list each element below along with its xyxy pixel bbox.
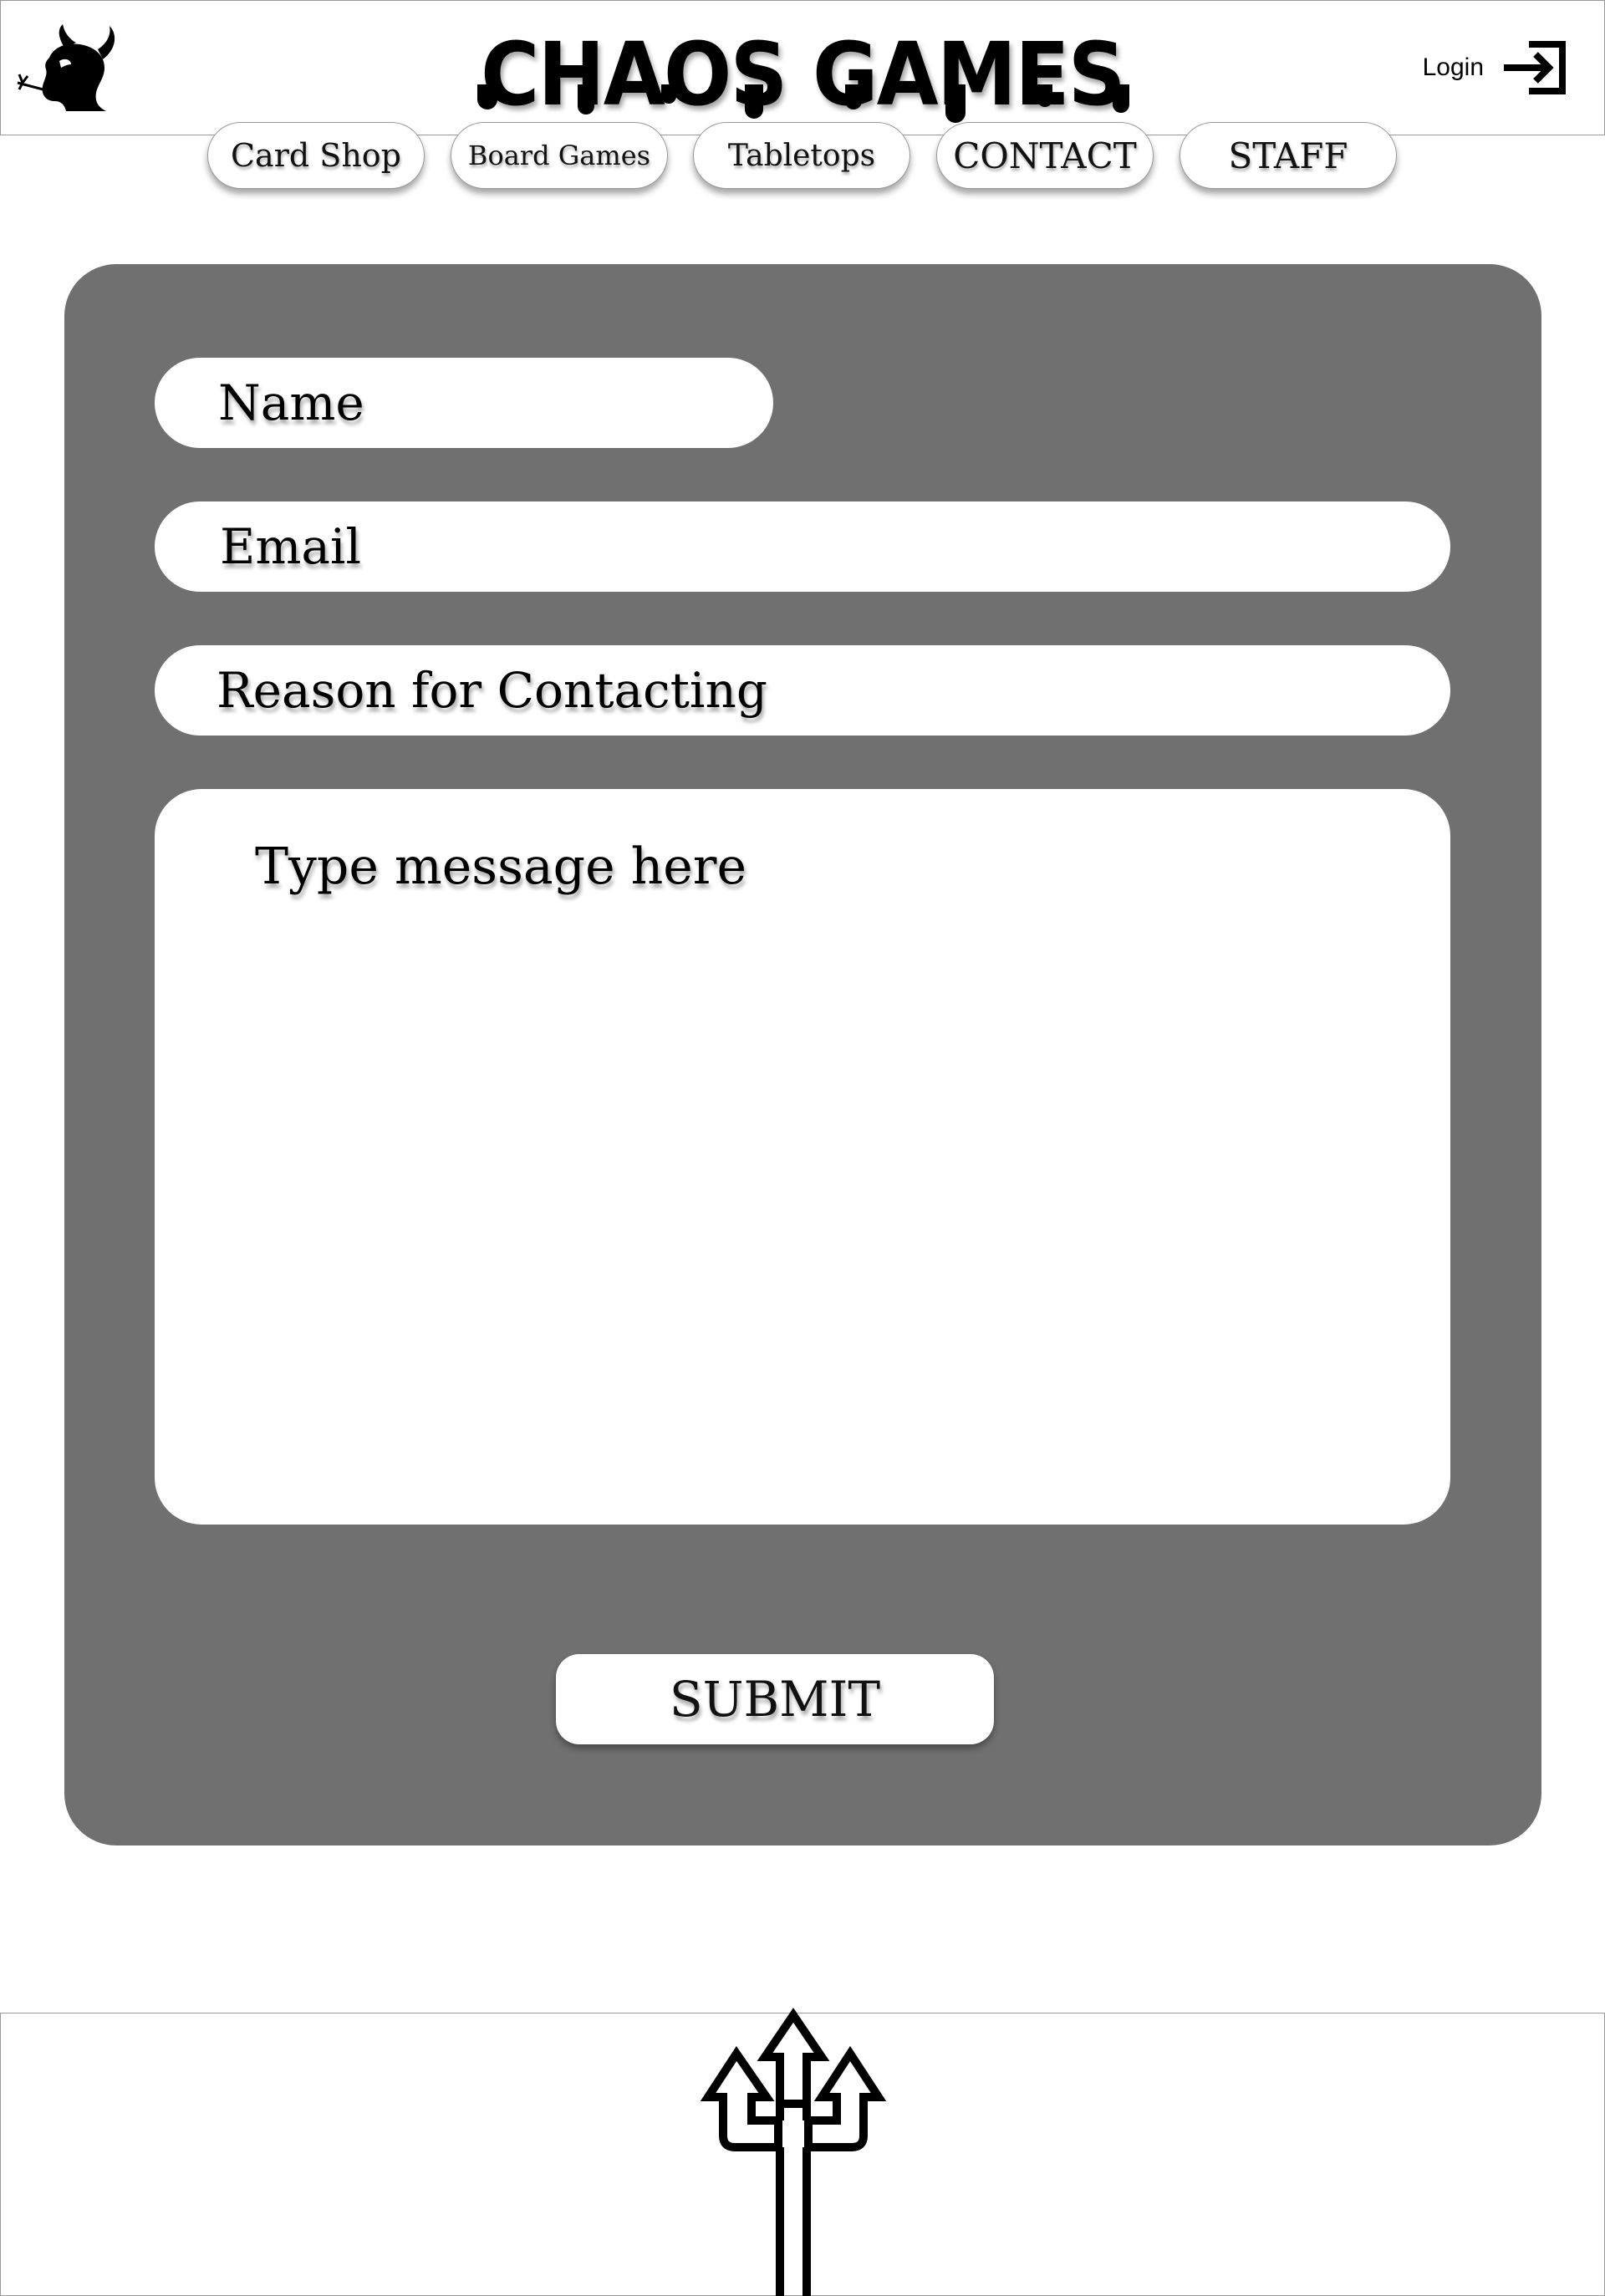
nav-tab-staff[interactable]: STAFF	[1180, 122, 1397, 189]
title-drips-decoration	[477, 84, 1129, 123]
main-nav: Card Shop Board Games Tabletops CONTACT …	[0, 122, 1605, 192]
message-placeholder: Type message here	[255, 837, 746, 896]
nav-tab-board-games[interactable]: Board Games	[451, 122, 668, 189]
reason-field[interactable]: Reason for Contacting	[155, 645, 1450, 736]
nav-tab-card-shop[interactable]: Card Shop	[207, 122, 425, 189]
trident-icon	[700, 2008, 887, 2296]
email-placeholder: Email	[220, 518, 362, 575]
name-placeholder: Name	[218, 374, 364, 431]
login-arrow-icon	[1504, 41, 1566, 94]
message-textarea[interactable]: Type message here	[155, 789, 1450, 1525]
nav-tab-contact[interactable]: CONTACT	[936, 122, 1154, 189]
site-footer	[0, 2008, 1605, 2296]
submit-button[interactable]: SUBMIT	[556, 1654, 994, 1744]
login-label: Login	[1422, 53, 1484, 81]
login-button[interactable]: Login	[1423, 41, 1567, 94]
email-field[interactable]: Email	[155, 501, 1450, 592]
reason-placeholder: Reason for Contacting	[217, 662, 767, 719]
contact-form-panel: Name Email Reason for Contacting Type me…	[64, 264, 1541, 1845]
name-field[interactable]: Name	[155, 358, 773, 448]
nav-tab-tabletops[interactable]: Tabletops	[693, 122, 910, 189]
site-header: CHAOS GAMES Login	[0, 0, 1605, 135]
